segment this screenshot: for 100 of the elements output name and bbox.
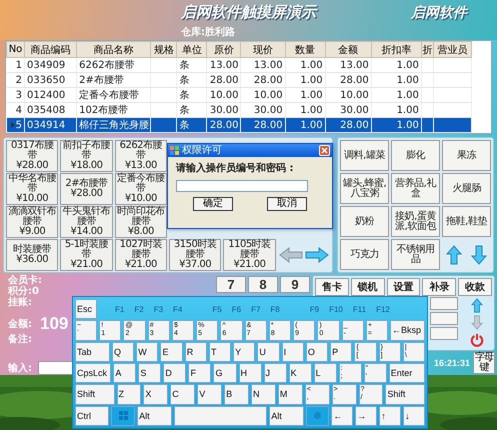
password-field[interactable] [176, 180, 308, 192]
function-key[interactable]: F9 [306, 299, 324, 320]
category-button[interactable]: 奶粉 [340, 206, 389, 237]
keyboard-key[interactable]: Y [233, 342, 256, 362]
keyboard-key[interactable]: J [264, 362, 287, 384]
keyboard-key[interactable]: ↑ [379, 406, 402, 426]
product-button[interactable]: 6262布腰带 ¥13.00 [114, 140, 167, 172]
table-row[interactable]: 5 034914 棉仔三角光身腰 条 28.00 28.00 1.00 28.00 1.00 [6, 118, 472, 132]
function-key[interactable]: F3 [150, 299, 168, 320]
function-key[interactable]: F1 [111, 299, 128, 320]
keyboard-key[interactable]: N [250, 384, 276, 405]
category-button[interactable]: 营养品,礼盒 [391, 173, 440, 204]
keyboard-key[interactable]: W [136, 342, 158, 362]
dialog-button[interactable]: 取消 [267, 197, 307, 211]
keyboard-key[interactable]: Shift [385, 384, 425, 405]
product-button[interactable]: 1027时装腰带 ¥21.00 [114, 239, 167, 271]
product-button[interactable]: 时装腰带 ¥36.00 [6, 239, 58, 271]
keyboard-key[interactable]: CpsLck [75, 362, 112, 384]
keyboard-key[interactable]: ← [331, 406, 354, 426]
product-button[interactable]: 0317布腰带 ¥28.00 [6, 140, 58, 172]
keyboard-key[interactable]: V [197, 384, 222, 405]
category-button[interactable]: 接奶,蛋黄派,软面包 [391, 206, 440, 237]
keyboard-key[interactable]: E [160, 342, 183, 362]
keyboard-key[interactable]: D [163, 362, 186, 384]
category-button[interactable]: 果冻 [442, 140, 491, 171]
keyboard-key[interactable]: Ctrl [75, 406, 110, 426]
function-key[interactable]: F7 [247, 299, 264, 320]
keyboard-key[interactable]: H [238, 362, 262, 384]
table-row[interactable]: 3 012400 定番今布腰带 条 10.00 10.00 1.00 10.00 1.00 [6, 88, 472, 102]
keyboard-key[interactable]: G [213, 362, 236, 384]
keyboard-key[interactable]: T [208, 342, 232, 362]
keyboard-key[interactable]: Alt [137, 406, 172, 426]
down-arrow-icon[interactable] [470, 244, 487, 264]
blank-key[interactable] [430, 297, 458, 310]
keyboard-key[interactable]: I [282, 342, 304, 362]
product-button[interactable]: 前扣子布腰带 ¥18.00 [60, 140, 113, 172]
category-button[interactable]: 巧克力 [340, 239, 389, 270]
product-button[interactable]: 时尚印花布腰带 ¥8.00 [114, 206, 167, 238]
product-button[interactable]: 中华名布腰带 ¥10.00 [6, 173, 58, 205]
down-arrow-icon[interactable] [471, 315, 483, 330]
keyboard-key[interactable]: R [184, 342, 207, 362]
product-button[interactable]: 牛头鬼针布腰带 ¥14.00 [60, 206, 113, 238]
function-key[interactable]: F11 [348, 299, 370, 320]
keyboard-key[interactable]: O [306, 342, 328, 362]
keyboard-key[interactable]: M [278, 384, 303, 405]
keyboard-key[interactable]: ←Bksp [390, 320, 426, 341]
blank-key[interactable] [430, 312, 458, 325]
function-button[interactable]: 售卡 [315, 278, 349, 296]
function-button[interactable]: 设置 [386, 278, 420, 296]
keyboard-key[interactable]: Tab [75, 342, 110, 362]
up-arrow-icon[interactable] [446, 244, 462, 264]
keyboard-key[interactable]: Enter [388, 362, 426, 384]
keyboard-key[interactable]: U [257, 342, 280, 362]
power-icon[interactable] [470, 332, 484, 347]
category-button[interactable]: 火腿肠 [442, 173, 491, 204]
windows-key[interactable] [111, 406, 136, 426]
category-button[interactable]: 膨化 [391, 140, 440, 171]
keyboard-key[interactable]: Z [116, 384, 142, 405]
product-button[interactable]: 滴滴双针布腰带 ¥9.00 [6, 206, 58, 238]
keyboard-key[interactable]: ↓ [403, 406, 426, 426]
function-key[interactable]: F8 [266, 299, 284, 320]
keyboard-key[interactable]: Q [112, 342, 134, 362]
number-key[interactable]: 9 [280, 276, 310, 293]
space-key[interactable] [174, 406, 268, 426]
keyboard-key[interactable]: Shift [75, 384, 115, 405]
keyboard-key[interactable]: Esc [75, 299, 97, 320]
number-key[interactable]: 8 [248, 276, 278, 293]
close-button[interactable] [319, 145, 330, 156]
dialog-button[interactable]: 确定 [193, 197, 233, 211]
mode-button[interactable]: 字母键 [473, 352, 495, 374]
menu-key[interactable] [306, 406, 330, 426]
function-key[interactable]: F4 [169, 299, 186, 320]
left-arrow-icon[interactable] [278, 247, 303, 263]
keyboard-key[interactable]: B [224, 384, 249, 405]
number-key[interactable]: 7 [216, 276, 246, 293]
function-button[interactable]: 收款 [458, 278, 492, 296]
keyboard-key[interactable]: X [143, 384, 168, 405]
keyboard-key[interactable]: P [330, 342, 352, 362]
right-arrow-icon[interactable] [304, 247, 329, 263]
function-key[interactable]: F10 [325, 299, 347, 320]
blank-key[interactable] [430, 327, 458, 340]
keyboard-key[interactable]: C [170, 384, 196, 405]
category-button[interactable]: 调料,罐菜 [340, 140, 389, 171]
keyboard-key[interactable]: Alt [269, 406, 304, 426]
product-button[interactable]: 1105时装腰带 ¥21.00 [223, 239, 276, 271]
keyboard-key[interactable]: K [288, 362, 312, 384]
keyboard-key[interactable]: A [113, 362, 136, 384]
function-key[interactable]: F6 [228, 299, 246, 320]
function-button[interactable]: 补录 [422, 278, 456, 296]
function-button[interactable]: 锁机 [350, 278, 385, 296]
category-button[interactable]: 拖鞋,鞋垫 [442, 206, 491, 237]
function-key[interactable]: F5 [208, 299, 226, 320]
table-row[interactable]: 2 033650 2#布腰带 条 28.00 28.00 1.00 28.00 1.00 [6, 72, 472, 88]
product-button[interactable]: 5-1时装腰带 ¥21.00 [60, 239, 113, 271]
product-button[interactable]: 定番今布腰带 ¥10.00 [114, 173, 167, 205]
keyboard-key[interactable]: F [188, 362, 212, 384]
table-row[interactable]: 1 034909 6262布腰带 条 13.00 13.00 1.00 13.00 1.00 [6, 58, 472, 72]
up-arrow-icon[interactable] [471, 298, 483, 314]
category-button[interactable]: 罐头,蜂蜜,八宝粥 [340, 173, 389, 204]
keyboard-key[interactable]: → [355, 406, 378, 426]
